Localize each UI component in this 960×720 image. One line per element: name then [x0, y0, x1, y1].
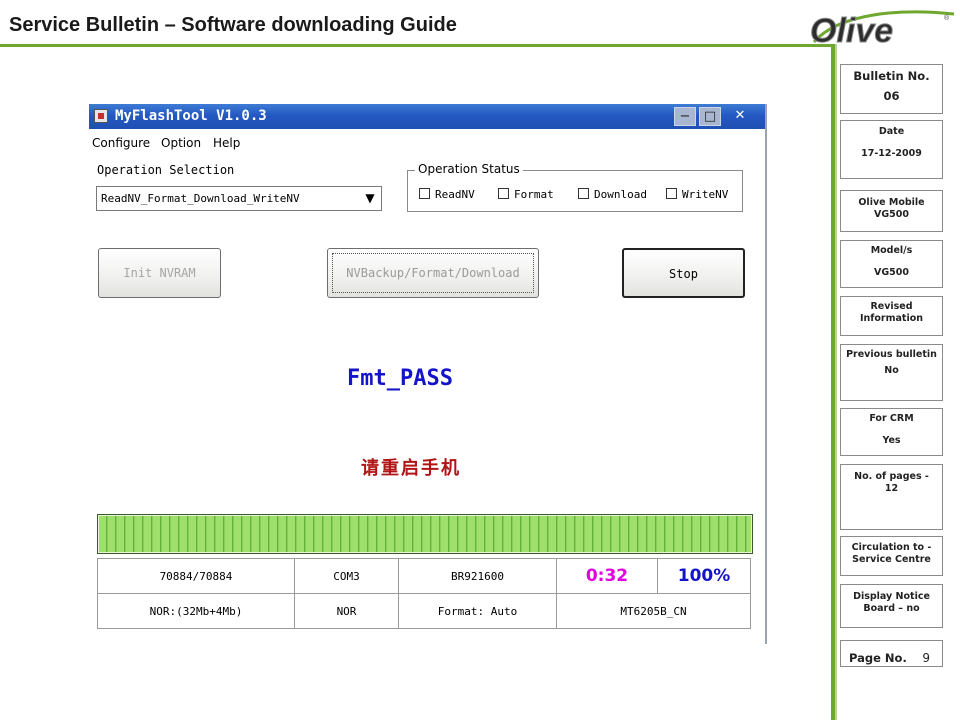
date-label: Date	[878, 126, 905, 137]
header-divider	[0, 44, 836, 47]
olive-mobile-label: Olive Mobile VG500	[858, 197, 925, 220]
result-status-text: Fmt_PASS	[347, 366, 453, 391]
elapsed-time: 0:32	[556, 558, 658, 594]
init-nvram-button[interactable]: Init NVRAM	[98, 248, 221, 298]
checkbox-readnv[interactable]: ReadNV	[419, 188, 475, 201]
model-label: Model/s	[870, 245, 913, 256]
minimize-icon[interactable]: −	[674, 107, 696, 126]
info-table: 70884/70884 COM3 BR921600 0:32 100% NOR:…	[97, 558, 751, 629]
bytes-transferred: 70884/70884	[97, 558, 295, 594]
previous-bulletin-value: No	[884, 365, 899, 376]
menu-option[interactable]: Option	[161, 136, 201, 150]
bulletin-label: Bulletin No.	[853, 69, 930, 83]
previous-bulletin-card: Previous bulletin No	[840, 344, 943, 401]
flash-type: NOR	[294, 593, 399, 629]
progress-percent: 100%	[657, 558, 751, 594]
circulation-card: Circulation to - Service Centre	[840, 536, 943, 576]
previous-bulletin-label: Previous bulletin	[846, 349, 937, 360]
checkbox-icon[interactable]	[578, 188, 589, 199]
slide-title: Service Bulletin – Software downloading …	[9, 14, 457, 36]
operation-status-label: Operation Status	[415, 162, 523, 176]
checkbox-writenv[interactable]: WriteNV	[666, 188, 728, 201]
app-icon	[94, 109, 108, 123]
revised-label: Revised Information	[859, 301, 924, 324]
olive-logo: Olive ®	[808, 4, 956, 48]
svg-text:Olive: Olive	[810, 12, 893, 48]
checkbox-icon[interactable]	[666, 188, 677, 199]
nvbackup-format-download-button[interactable]: NVBackup/Format/Download	[327, 248, 539, 298]
model-value: VG500	[874, 267, 909, 278]
info-row: NOR:(32Mb+4Mb) NOR Format: Auto MT6205B_…	[97, 593, 751, 629]
checkbox-icon[interactable]	[419, 188, 430, 199]
baud-rate: BR921600	[398, 558, 557, 594]
info-row: 70884/70884 COM3 BR921600 0:32 100%	[97, 558, 751, 594]
page-no-value: 9	[922, 651, 931, 665]
bulletin-value: 06	[883, 89, 900, 103]
chevron-down-icon[interactable]: ▼	[359, 187, 381, 210]
menu-help[interactable]: Help	[213, 136, 240, 150]
date-value: 17-12-2009	[861, 148, 922, 159]
crm-value: Yes	[882, 435, 901, 446]
close-icon[interactable]: ✕	[729, 107, 751, 126]
window-title: MyFlashTool V1.0.3	[115, 108, 267, 124]
circulation-label: Circulation to - Service Centre	[851, 542, 932, 565]
display-notice-label: Display Notice Board – no	[853, 591, 930, 614]
window-titlebar[interactable]: MyFlashTool V1.0.3 − □ ✕	[89, 104, 767, 129]
revised-card: Revised Information	[840, 296, 943, 336]
download-progress-bar	[97, 514, 753, 554]
flash-tool-window: MyFlashTool V1.0.3 − □ ✕ Configure Optio…	[89, 104, 769, 644]
operation-selection-value: ReadNV_Format_Download_WriteNV	[101, 192, 300, 205]
menu-bar: Configure Option Help	[89, 131, 767, 151]
progress-fill	[99, 516, 751, 552]
menu-configure[interactable]: Configure	[92, 136, 150, 150]
checkbox-format[interactable]: Format	[498, 188, 554, 201]
olive-mobile-card: Olive Mobile VG500	[840, 190, 943, 232]
format-mode: Format: Auto	[398, 593, 557, 629]
checkbox-download[interactable]: Download	[578, 188, 647, 201]
restart-phone-message: 请重启手机	[361, 458, 461, 479]
operation-selection-dropdown[interactable]: ReadNV_Format_Download_WriteNV ▼	[96, 186, 382, 211]
crm-card: For CRM Yes	[840, 408, 943, 456]
flash-size: NOR:(32Mb+4Mb)	[97, 593, 295, 629]
date-card: Date 17-12-2009	[840, 120, 943, 179]
page-no-card: Page No. 9	[840, 640, 943, 667]
pages-label: No. of pages - 12	[854, 471, 929, 494]
maximize-icon[interactable]: □	[699, 107, 721, 126]
bulletin-card: Bulletin No. 06	[840, 64, 943, 114]
chip-model: MT6205B_CN	[556, 593, 751, 629]
page-no-label: Page No.	[849, 651, 907, 665]
crm-label: For CRM	[869, 413, 914, 424]
display-notice-card: Display Notice Board – no	[840, 584, 943, 628]
operation-selection-label: Operation Selection	[97, 163, 235, 177]
com-port: COM3	[294, 558, 399, 594]
checkbox-icon[interactable]	[498, 188, 509, 199]
stop-button[interactable]: Stop	[622, 248, 745, 298]
pages-card: No. of pages - 12	[840, 464, 943, 530]
model-card: Model/s VG500	[840, 240, 943, 288]
svg-text:®: ®	[944, 14, 950, 22]
